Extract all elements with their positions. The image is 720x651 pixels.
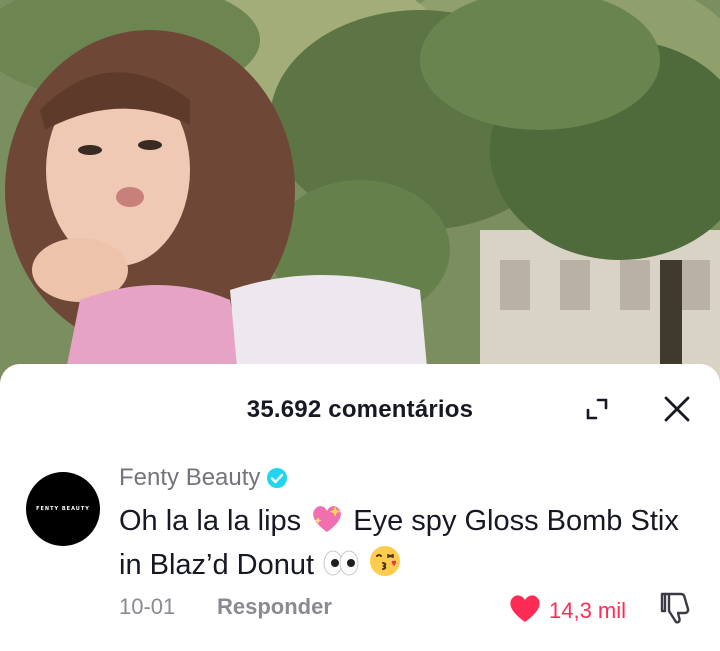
kissing-face-icon	[368, 544, 402, 588]
reply-button[interactable]: Responder	[217, 594, 332, 620]
comment-meta-row: 10-01 Responder 14,3 mil	[119, 592, 699, 624]
comment-text-part1: Oh la la la lips	[119, 505, 302, 537]
like-button[interactable]: 14,3 mil	[507, 592, 626, 629]
close-button[interactable]	[658, 392, 696, 430]
verified-badge-icon	[266, 467, 288, 489]
avatar-logo-text: FENTY BEAUTY	[36, 506, 90, 512]
comment-text: Oh la la la lips Eye spy Gloss Bomb Stix…	[119, 502, 679, 588]
sparkling-heart-icon	[309, 502, 345, 544]
thumbs-down-icon	[659, 592, 693, 630]
expand-icon	[584, 396, 610, 427]
heart-icon	[507, 592, 543, 629]
expand-button[interactable]	[580, 394, 614, 428]
close-icon	[663, 395, 691, 428]
comment-author-row: Fenty Beauty	[119, 464, 288, 492]
video-frame	[0, 0, 720, 400]
comment-author[interactable]: Fenty Beauty	[119, 464, 260, 492]
comments-sheet: 35.692 comentários FENTY BEAUTY Fenty Be…	[0, 364, 720, 651]
like-count: 14,3 mil	[549, 597, 627, 623]
comment-item: FENTY BEAUTY Fenty Beauty Oh la la la li…	[0, 462, 720, 642]
comments-header: 35.692 comentários	[0, 392, 720, 432]
eyes-icon	[322, 548, 360, 588]
comment-date: 10-01	[119, 594, 176, 619]
video-background	[0, 0, 720, 400]
avatar[interactable]: FENTY BEAUTY	[26, 472, 100, 546]
dislike-button[interactable]	[659, 590, 693, 631]
